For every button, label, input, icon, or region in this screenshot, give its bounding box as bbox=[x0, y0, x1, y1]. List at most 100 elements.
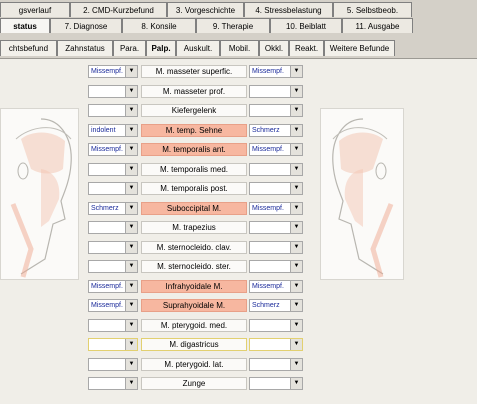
left-side-select[interactable]: ▼ bbox=[88, 357, 138, 371]
chevron-down-icon[interactable]: ▼ bbox=[125, 85, 137, 97]
chevron-down-icon[interactable]: ▼ bbox=[125, 300, 137, 311]
chevron-down-icon[interactable]: ▼ bbox=[290, 241, 302, 253]
tab-reakt[interactable]: Reakt. bbox=[289, 40, 324, 56]
tab-row-1: gsverlauf 2. CMD-Kurzbefund 3. Vorgeschich… bbox=[0, 2, 412, 18]
right-side-select[interactable]: Missempf. ▼ bbox=[249, 279, 303, 293]
chevron-down-icon[interactable]: ▼ bbox=[290, 66, 302, 77]
right-side-select[interactable]: ▼ bbox=[249, 104, 303, 117]
right-side-select[interactable]: Schmerz ▼ bbox=[249, 299, 303, 312]
left-select-value: Missempf. bbox=[91, 282, 123, 290]
left-side-select[interactable]: Schmerz ▼ bbox=[88, 201, 138, 215]
left-side-select[interactable]: ▼ bbox=[88, 84, 138, 98]
tab-chtsbefund[interactable]: chtsbefund bbox=[0, 40, 57, 56]
right-side-select[interactable]: ▼ bbox=[249, 357, 303, 371]
right-side-select[interactable]: ▼ bbox=[249, 318, 303, 332]
left-side-select[interactable]: ▼ bbox=[88, 221, 138, 234]
chevron-down-icon[interactable]: ▼ bbox=[125, 202, 137, 214]
chevron-down-icon[interactable]: ▼ bbox=[290, 202, 302, 214]
right-side-select[interactable]: Missempf. ▼ bbox=[249, 201, 303, 215]
chevron-down-icon[interactable]: ▼ bbox=[290, 183, 302, 194]
chevron-down-icon[interactable]: ▼ bbox=[125, 261, 137, 272]
chevron-down-icon[interactable]: ▼ bbox=[125, 124, 137, 136]
muscle-label: Kiefergelenk bbox=[141, 104, 247, 117]
left-side-select[interactable]: ▼ bbox=[88, 377, 138, 390]
chevron-down-icon[interactable]: ▼ bbox=[290, 300, 302, 311]
left-side-select[interactable]: Missempf. ▼ bbox=[88, 65, 138, 78]
left-side-select[interactable]: Missempf. ▼ bbox=[88, 143, 138, 156]
muscle-label: M. sternocleido. ster. bbox=[141, 260, 247, 273]
chevron-down-icon[interactable]: ▼ bbox=[125, 222, 137, 233]
chevron-down-icon[interactable]: ▼ bbox=[290, 358, 302, 370]
left-side-select[interactable]: ▼ bbox=[88, 318, 138, 332]
chevron-down-icon[interactable]: ▼ bbox=[125, 144, 137, 155]
chevron-down-icon[interactable]: ▼ bbox=[290, 85, 302, 97]
tab-9-therapie[interactable]: 9. Therapie bbox=[196, 18, 270, 33]
chevron-down-icon[interactable]: ▼ bbox=[125, 241, 137, 253]
tab-mobil[interactable]: Mobil. bbox=[220, 40, 259, 56]
chevron-down-icon[interactable]: ▼ bbox=[290, 280, 302, 292]
muscle-label: M. masseter prof. bbox=[141, 84, 247, 98]
right-select-value: Missempf. bbox=[252, 204, 284, 212]
left-side-select[interactable]: Missempf. ▼ bbox=[88, 299, 138, 312]
chevron-down-icon[interactable]: ▼ bbox=[290, 105, 302, 116]
chevron-down-icon[interactable]: ▼ bbox=[290, 124, 302, 136]
tab-okkl[interactable]: Okkl. bbox=[259, 40, 289, 56]
face-profile-right-icon bbox=[320, 108, 404, 280]
chevron-down-icon[interactable]: ▼ bbox=[290, 339, 302, 350]
right-side-select[interactable]: ▼ bbox=[249, 338, 303, 351]
chevron-down-icon[interactable]: ▼ bbox=[290, 222, 302, 233]
left-select-value: Missempf. bbox=[91, 68, 123, 75]
right-side-select[interactable]: ▼ bbox=[249, 260, 303, 273]
tab-5-selbstbeob[interactable]: 5. Selbstbeob. bbox=[333, 2, 412, 17]
right-side-select[interactable]: ▼ bbox=[249, 182, 303, 195]
left-side-select[interactable]: ▼ bbox=[88, 240, 138, 254]
right-side-select[interactable]: ▼ bbox=[249, 377, 303, 390]
chevron-down-icon[interactable]: ▼ bbox=[125, 358, 137, 370]
chevron-down-icon[interactable]: ▼ bbox=[125, 339, 137, 350]
chevron-down-icon[interactable]: ▼ bbox=[290, 378, 302, 389]
left-side-select[interactable]: indolent ▼ bbox=[88, 123, 138, 137]
left-side-select[interactable]: ▼ bbox=[88, 338, 138, 351]
chevron-down-icon[interactable]: ▼ bbox=[125, 280, 137, 292]
chevron-down-icon[interactable]: ▼ bbox=[290, 319, 302, 331]
chevron-down-icon[interactable]: ▼ bbox=[125, 66, 137, 77]
chevron-down-icon[interactable]: ▼ bbox=[290, 261, 302, 272]
right-side-select[interactable]: Missempf. ▼ bbox=[249, 65, 303, 78]
tab-zahnstatus[interactable]: Zahnstatus bbox=[57, 40, 113, 56]
tab-para[interactable]: Para. bbox=[113, 40, 146, 56]
chevron-down-icon[interactable]: ▼ bbox=[290, 144, 302, 155]
tab-7-diagnose[interactable]: 7. Diagnose bbox=[50, 18, 122, 33]
right-side-select[interactable]: ▼ bbox=[249, 84, 303, 98]
muscle-label: Zunge bbox=[141, 377, 247, 390]
chevron-down-icon[interactable]: ▼ bbox=[290, 163, 302, 175]
tab-11-ausgabe[interactable]: 11. Ausgabe bbox=[342, 18, 413, 33]
left-side-select[interactable]: Missempf. ▼ bbox=[88, 279, 138, 293]
tab-palp[interactable]: Palp. bbox=[146, 40, 176, 56]
tab-auskult[interactable]: Auskult. bbox=[176, 40, 220, 56]
chevron-down-icon[interactable]: ▼ bbox=[125, 105, 137, 116]
right-side-select[interactable]: Schmerz ▼ bbox=[249, 123, 303, 137]
chevron-down-icon[interactable]: ▼ bbox=[125, 163, 137, 175]
left-side-select[interactable]: ▼ bbox=[88, 162, 138, 176]
tab-gsverlauf[interactable]: gsverlauf bbox=[0, 2, 70, 17]
left-side-select[interactable]: ▼ bbox=[88, 104, 138, 117]
right-side-select[interactable]: ▼ bbox=[249, 162, 303, 176]
chevron-down-icon[interactable]: ▼ bbox=[125, 378, 137, 389]
tab-status[interactable]: status bbox=[0, 18, 50, 33]
tab-10-beiblatt[interactable]: 10. Beiblatt bbox=[270, 18, 342, 33]
chevron-down-icon[interactable]: ▼ bbox=[125, 319, 137, 331]
palpation-panel: Missempf. ▼ M. masseter superfic. Missempf.… bbox=[0, 58, 477, 404]
tab-row-2: status 7. Diagnose 8. Konsile 9. Therapie 10… bbox=[0, 18, 413, 34]
tab-weitere-befunde[interactable]: Weitere Befunde bbox=[324, 40, 395, 56]
left-side-select[interactable]: ▼ bbox=[88, 260, 138, 273]
tab-8-konsile[interactable]: 8. Konsile bbox=[122, 18, 196, 33]
tab-4-stressbelastung[interactable]: 4. Stressbelastung bbox=[244, 2, 333, 17]
right-side-select[interactable]: ▼ bbox=[249, 240, 303, 254]
tab-2-cmd-kurzbefund[interactable]: 2. CMD-Kurzbefund bbox=[70, 2, 167, 17]
chevron-down-icon[interactable]: ▼ bbox=[125, 183, 137, 194]
left-side-select[interactable]: ▼ bbox=[88, 182, 138, 195]
tab-3-vorgeschichte[interactable]: 3. Vorgeschichte bbox=[167, 2, 244, 17]
right-select-value: Missempf. bbox=[252, 146, 284, 153]
right-side-select[interactable]: ▼ bbox=[249, 221, 303, 234]
right-side-select[interactable]: Missempf. ▼ bbox=[249, 143, 303, 156]
